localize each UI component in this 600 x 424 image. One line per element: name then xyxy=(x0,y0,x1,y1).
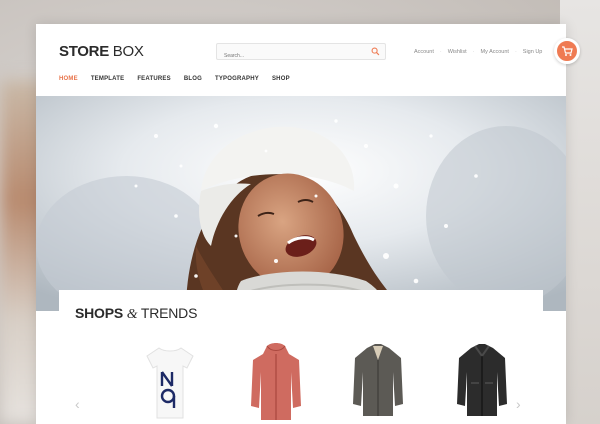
cart-button[interactable] xyxy=(554,38,580,64)
nav-item-shop[interactable]: SHOP xyxy=(272,76,290,82)
product-tshirt[interactable] xyxy=(139,342,201,424)
section-title: SHOPS & TRENDS xyxy=(75,305,197,323)
site-header: STORE BOX Account · Wishlist · My Accoun… xyxy=(36,24,566,96)
nav-item-home[interactable]: HOME xyxy=(59,76,78,82)
my-account-link[interactable]: My Account xyxy=(481,49,509,55)
chevron-left-icon[interactable]: ‹ xyxy=(75,396,80,412)
logo-strong: STORE xyxy=(59,43,109,60)
sign-up-link[interactable]: Sign Up xyxy=(523,49,543,55)
nav-item-template[interactable]: TEMPLATE xyxy=(91,76,125,82)
separator: · xyxy=(439,49,442,55)
separator: · xyxy=(514,49,517,55)
main-nav: HOME TEMPLATE FEATURES BLOG TYPOGRAPHY S… xyxy=(59,76,290,82)
wishlist-link[interactable]: Wishlist xyxy=(448,49,467,55)
account-link[interactable]: Account xyxy=(414,49,434,55)
hero-image xyxy=(36,96,566,311)
nav-item-typography[interactable]: TYPOGRAPHY xyxy=(215,76,259,82)
product-black-jacket[interactable] xyxy=(451,342,513,424)
logo-light: BOX xyxy=(112,43,144,60)
shops-trends-section: SHOPS & TRENDS ‹ › xyxy=(59,290,543,424)
search-icon[interactable] xyxy=(371,47,380,56)
separator: · xyxy=(472,49,475,55)
section-title-light: TRENDS xyxy=(140,305,198,321)
section-title-amp: & xyxy=(126,307,138,322)
search-input[interactable] xyxy=(217,48,357,64)
search-box xyxy=(216,43,386,64)
nav-item-features[interactable]: FEATURES xyxy=(137,76,171,82)
chevron-right-icon[interactable]: › xyxy=(516,396,521,412)
nav-item-blog[interactable]: BLOG xyxy=(184,76,202,82)
store-page: STORE BOX Account · Wishlist · My Accoun… xyxy=(36,24,566,424)
account-links: Account · Wishlist · My Account · Sign U… xyxy=(414,47,542,57)
site-logo[interactable]: STORE BOX xyxy=(59,43,144,60)
product-grey-jacket[interactable] xyxy=(347,342,409,424)
section-title-strong: SHOPS xyxy=(75,305,124,321)
hero-banner[interactable] xyxy=(36,96,566,311)
product-red-jacket[interactable] xyxy=(245,342,307,424)
cart-icon xyxy=(562,46,573,56)
